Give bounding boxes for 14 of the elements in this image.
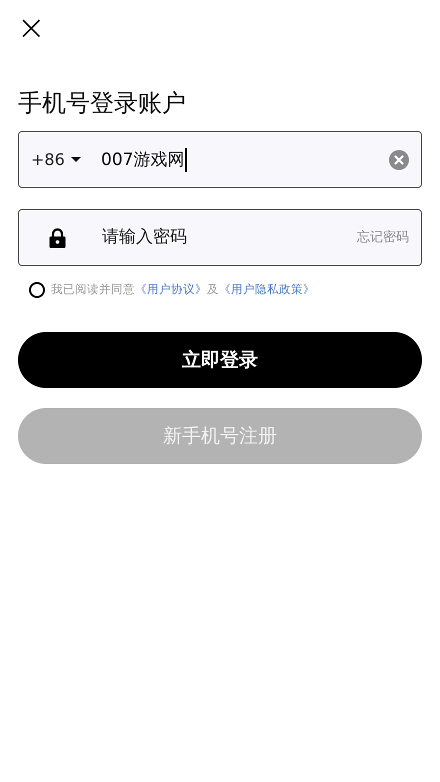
privacy-policy-link[interactable]: 《用户隐私政策》 [219, 282, 315, 296]
page-title: 手机号登录账户 [18, 88, 187, 119]
clear-icon[interactable] [389, 150, 409, 170]
phone-number-input[interactable]: 007游戏网 [101, 148, 188, 172]
caret-icon [70, 156, 81, 162]
agreement-checkbox[interactable] [29, 282, 45, 298]
user-agreement-link[interactable]: 《用户协议》 [135, 282, 207, 296]
phone-field[interactable]: +86 007游戏网 [18, 131, 422, 188]
country-code: +86 [31, 148, 65, 170]
lock-icon [49, 228, 66, 248]
login-button[interactable]: 立即登录 [18, 332, 422, 388]
close-button[interactable]: × [17, 10, 46, 44]
agreement-text: 我已阅读并同意《用户协议》及《用户隐私政策》 [51, 281, 315, 298]
country-code-selector[interactable]: +86 [31, 148, 101, 172]
